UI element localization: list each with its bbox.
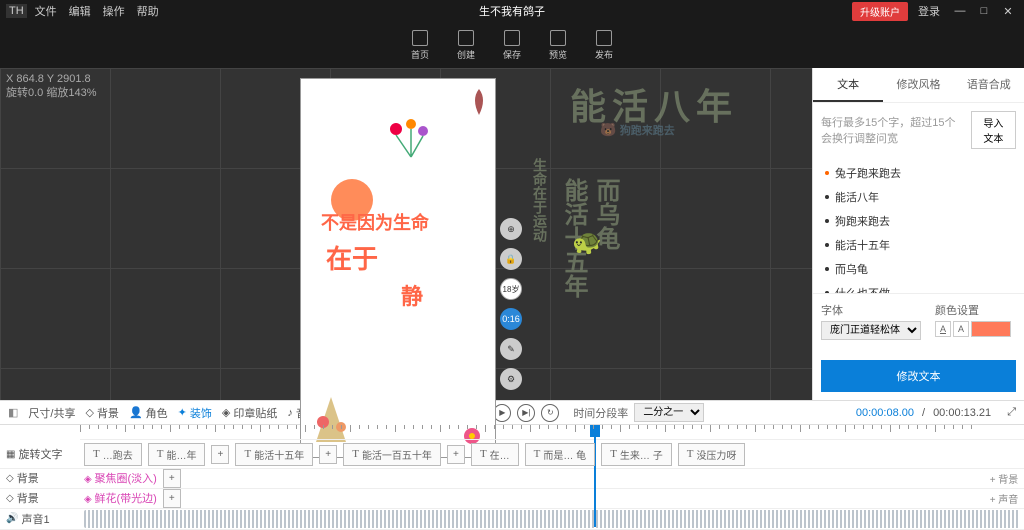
lock-button[interactable]: 🔒 (500, 248, 522, 270)
add-text-clip[interactable]: + (211, 445, 229, 464)
time-current: 00:00:08.00 (856, 407, 914, 419)
loop-button[interactable]: ↻ (541, 404, 559, 422)
expand-icon[interactable]: ⤢ (1007, 406, 1016, 419)
close-button[interactable]: ✕ (998, 5, 1018, 18)
app-logo: TH (6, 4, 27, 18)
menu-file[interactable]: 文件 (35, 3, 57, 19)
canvas-area[interactable]: X 864.8 Y 2901.8 旋转0.0 缩放143% 能活八年 🐻 狗跑来… (0, 68, 812, 400)
scale-label: 时间分段率 (573, 405, 628, 421)
scale-select[interactable]: 二分之一 (634, 403, 704, 422)
flowers-decoration (381, 109, 441, 159)
bg-clip-2[interactable]: ◈ 鲜花(带光边) (84, 490, 157, 506)
text-line-item[interactable]: 什么也不做 (813, 281, 1024, 293)
color-label: 颜色设置 (935, 302, 1011, 318)
audio-waveform[interactable] (84, 510, 1020, 528)
add-bg-button[interactable]: + 背景 (984, 471, 1024, 486)
minimize-button[interactable]: — (950, 5, 970, 17)
toolbar-save[interactable]: 保存 (503, 30, 521, 61)
maximize-button[interactable]: □ (974, 5, 994, 17)
track-text-label[interactable]: ▦ 旋转文字 (0, 446, 80, 462)
text-clip[interactable]: T 能活一百五十年 (343, 443, 441, 466)
add-clip-2[interactable]: + (163, 489, 181, 508)
text-line-item[interactable]: 兔子跑来跑去 (813, 161, 1024, 185)
add-text-clip[interactable]: + (447, 445, 465, 464)
upgrade-button[interactable]: 升级账户 (852, 2, 908, 21)
time-badge[interactable]: 0:16 (500, 308, 522, 330)
bb-decor[interactable]: ✦ 装饰 (178, 405, 212, 421)
add-audio-button[interactable]: + 声音 (984, 491, 1024, 506)
leaf-corner-icon (469, 87, 489, 117)
add-text-clip[interactable]: + (319, 445, 337, 464)
menu-action[interactable]: 操作 (103, 3, 125, 19)
time-sep: / (922, 407, 925, 419)
add-clip-1[interactable]: + (163, 469, 181, 488)
fit-button[interactable]: ⊕ (500, 218, 522, 240)
turtle-icon: 🐢 (572, 228, 602, 257)
settings-button[interactable]: ⚙ (500, 368, 522, 390)
track-bg2-label[interactable]: ◇ 背景 (0, 490, 80, 506)
text-color-b[interactable]: A (953, 321, 969, 337)
text-clip[interactable]: T …跑去 (84, 443, 142, 466)
font-select[interactable]: 庞门正道轻松体 (821, 321, 921, 340)
text-clip[interactable]: T 能…年 (148, 443, 206, 466)
tab-text[interactable]: 文本 (813, 68, 883, 102)
menu-help[interactable]: 帮助 (137, 3, 159, 19)
bg-text-sub: 🐻 狗跑来跑去 (600, 122, 675, 138)
tab-tts[interactable]: 语音合成 (954, 68, 1024, 102)
canvas-text-3[interactable]: 静 (401, 279, 423, 311)
tab-style[interactable]: 修改风格 (883, 68, 953, 102)
text-clip[interactable]: T 能活十五年 (235, 443, 313, 466)
text-clip[interactable]: T 生来… 子 (601, 443, 672, 466)
text-color-a[interactable]: A (935, 321, 951, 337)
playhead[interactable] (590, 425, 600, 437)
bb-size[interactable]: 尺寸/共享 (28, 405, 75, 421)
import-text-button[interactable]: 导入文本 (971, 111, 1016, 149)
toolbar-plus[interactable]: 创建 (457, 30, 475, 61)
track-audio-label[interactable]: 🔊 声音1 (0, 511, 80, 527)
text-clip[interactable]: T 没压力呀 (678, 443, 746, 466)
toolbar-home[interactable]: 首页 (411, 30, 429, 61)
toolbar-publish[interactable]: 发布 (595, 30, 613, 61)
canvas-text-2[interactable]: 在于 (326, 239, 378, 276)
document-title: 生不我有鸽子 (479, 3, 545, 19)
apply-text-button[interactable]: 修改文本 (821, 360, 1016, 392)
text-line-item[interactable]: 能活十五年 (813, 233, 1024, 257)
edit-button[interactable]: ✎ (500, 338, 522, 360)
artboard[interactable]: 不是因为生命 在于 静 (300, 78, 496, 458)
canvas-text-1[interactable]: 不是因为生命 (321, 209, 429, 235)
bg-text-v1: 生命在于运动 (530, 158, 550, 242)
coordinates-readout: X 864.8 Y 2901.8 旋转0.0 缩放143% (6, 72, 96, 101)
text-clip[interactable]: T 而是… 龟 (525, 443, 596, 466)
track-bg1-label[interactable]: ◇ 背景 (0, 470, 80, 486)
text-line-item[interactable]: 狗跑来跑去 (813, 209, 1024, 233)
text-line-item[interactable]: 能活八年 (813, 185, 1024, 209)
login-link[interactable]: 登录 (918, 3, 940, 19)
bb-role[interactable]: 👤 角色 (129, 405, 168, 421)
hint-text: 每行最多15个字，超过15个会换行调整问宽 (821, 114, 965, 146)
bb-stamp[interactable]: ◈ 印章贴纸 (222, 405, 277, 421)
timeline-ruler[interactable] (80, 425, 1024, 440)
play-button[interactable]: ▶ (493, 404, 511, 422)
font-label: 字体 (821, 302, 921, 318)
color-swatch[interactable] (971, 321, 1011, 337)
bg-clip-1[interactable]: ◈ 聚焦圈(淡入) (84, 470, 157, 486)
text-clip[interactable]: T 在… (471, 443, 519, 466)
next-button[interactable]: ▶| (517, 404, 535, 422)
text-line-item[interactable]: 而乌龟 (813, 257, 1024, 281)
age-badge[interactable]: 18岁 (500, 278, 522, 300)
bb-bg[interactable]: ◇ 背景 (85, 405, 118, 421)
menu-edit[interactable]: 编辑 (69, 3, 91, 19)
time-total: 00:00:13.21 (933, 407, 991, 419)
toolbar-preview[interactable]: 预览 (549, 30, 567, 61)
